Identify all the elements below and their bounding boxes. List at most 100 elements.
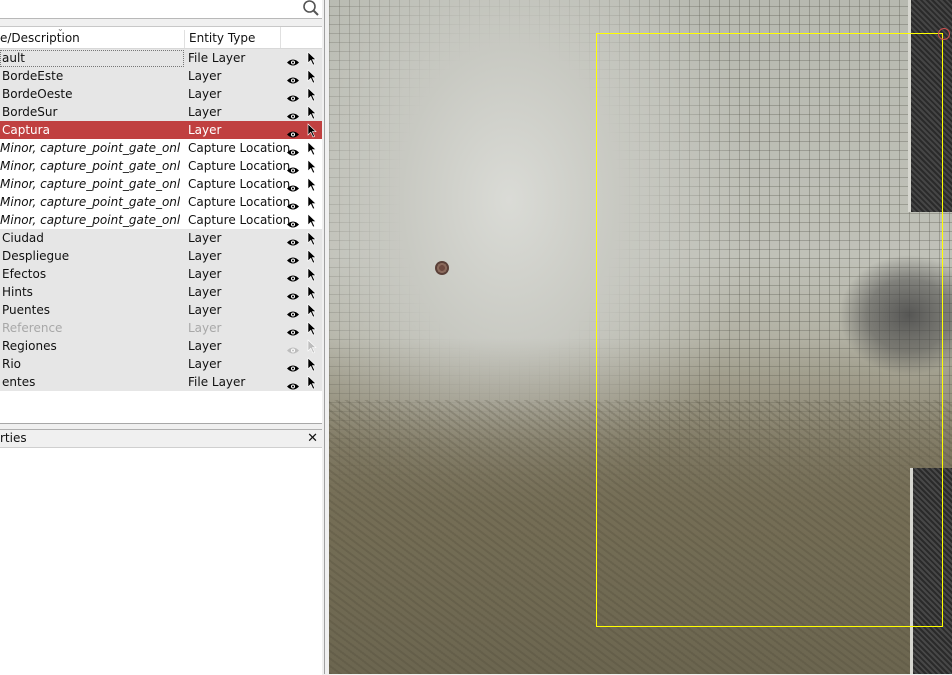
entity-type: Layer xyxy=(188,105,222,119)
entity-type: File Layer xyxy=(188,375,246,389)
visibility-eye-icon[interactable] xyxy=(286,270,300,282)
entity-list-panel: ⌄ e/Description Entity Type ault File Lay… xyxy=(0,0,325,675)
selectable-cursor-icon[interactable] xyxy=(307,159,317,174)
entity-name: ault xyxy=(2,51,25,65)
table-header: ⌄ e/Description Entity Type xyxy=(0,27,322,49)
visibility-eye-icon[interactable] xyxy=(286,216,300,228)
table-row[interactable]: BordeEste Layer xyxy=(0,67,322,85)
entity-type: Layer xyxy=(188,69,222,83)
entity-type: Layer xyxy=(188,303,222,317)
entity-name: entes xyxy=(2,375,36,389)
selectable-cursor-icon[interactable] xyxy=(307,321,317,336)
entity-type: Layer xyxy=(188,357,222,371)
selectable-cursor-icon[interactable] xyxy=(307,375,317,390)
selectable-cursor-icon[interactable] xyxy=(307,141,317,156)
table-row[interactable]: Efectos Layer xyxy=(0,265,322,283)
selectable-cursor-icon[interactable] xyxy=(307,105,317,120)
entity-type: Capture Location xyxy=(188,195,291,209)
table-row[interactable]: Puentes Layer xyxy=(0,301,322,319)
table-row[interactable]: Minor, capture_point_gate_only Capture Lo… xyxy=(0,175,322,193)
visibility-eye-icon[interactable] xyxy=(286,288,300,300)
map-viewport[interactable] xyxy=(329,0,952,674)
column-header-name[interactable]: e/Description xyxy=(0,30,185,48)
entity-name: Reference xyxy=(2,321,63,335)
selection-rectangle[interactable] xyxy=(596,33,943,627)
entity-name: Ciudad xyxy=(2,231,44,245)
table-row[interactable]: Minor, capture_point_gate_only Capture Lo… xyxy=(0,193,322,211)
table-rows: ault File Layer BordeEste Layer BordeOeste La… xyxy=(0,49,322,391)
entity-type: Layer xyxy=(188,231,222,245)
selectable-cursor-icon[interactable] xyxy=(307,357,317,372)
table-row[interactable]: Minor, capture_point_gate_only Capture Lo… xyxy=(0,211,322,229)
entity-type: Capture Location xyxy=(188,177,291,191)
visibility-eye-icon[interactable] xyxy=(286,180,300,192)
entity-name: Minor, capture_point_gate_only xyxy=(0,213,180,227)
corner-marker-icon[interactable] xyxy=(938,28,950,40)
selectable-cursor-icon[interactable] xyxy=(307,123,317,138)
table-row[interactable]: Rio Layer xyxy=(0,355,322,373)
visibility-eye-icon[interactable] xyxy=(286,234,300,246)
table-row[interactable]: entes File Layer xyxy=(0,373,322,391)
entity-name: Minor, capture_point_gate_only xyxy=(0,177,180,191)
visibility-eye-icon[interactable] xyxy=(286,54,300,66)
selectable-cursor-icon[interactable] xyxy=(307,51,317,66)
table-row[interactable]: ault File Layer xyxy=(0,49,322,67)
table-row[interactable]: Captura Layer xyxy=(0,121,322,139)
table-row[interactable]: Reference Layer xyxy=(0,319,322,337)
selectable-cursor-icon[interactable] xyxy=(307,69,317,84)
entity-name: Captura xyxy=(2,123,50,137)
visibility-eye-icon[interactable] xyxy=(286,90,300,102)
search-bar[interactable] xyxy=(0,0,322,19)
entity-name: BordeSur xyxy=(2,105,58,119)
column-divider xyxy=(280,27,281,48)
selectable-cursor-icon[interactable] xyxy=(307,285,317,300)
visibility-eye-icon[interactable] xyxy=(286,306,300,318)
visibility-eye-icon[interactable] xyxy=(286,252,300,264)
entity-name: Regiones xyxy=(2,339,57,353)
selectable-cursor-icon[interactable] xyxy=(307,249,317,264)
entity-name: Rio xyxy=(2,357,22,371)
visibility-eye-icon[interactable] xyxy=(286,126,300,138)
properties-panel: rties ✕ xyxy=(0,429,322,675)
selectable-cursor-icon[interactable] xyxy=(307,177,317,192)
entity-name: Puentes xyxy=(2,303,50,317)
selectable-cursor-icon[interactable] xyxy=(307,231,317,246)
map-marker-icon[interactable] xyxy=(435,261,449,275)
selectable-cursor-icon[interactable] xyxy=(307,303,317,318)
entity-type: Layer xyxy=(188,285,222,299)
visibility-eye-icon[interactable] xyxy=(286,144,300,156)
visibility-eye-icon[interactable] xyxy=(286,198,300,210)
visibility-eye-icon[interactable] xyxy=(286,360,300,372)
properties-title: rties xyxy=(0,431,27,445)
entity-name: Despliegue xyxy=(2,249,70,263)
search-icon[interactable] xyxy=(302,0,320,17)
entity-name: BordeEste xyxy=(2,69,64,83)
visibility-eye-icon[interactable] xyxy=(286,378,300,390)
selectable-cursor-icon[interactable] xyxy=(307,213,317,228)
selectable-cursor-icon[interactable] xyxy=(307,87,317,102)
entity-type: Layer xyxy=(188,249,222,263)
entity-type: Layer xyxy=(188,339,222,353)
table-row[interactable]: BordeSur Layer xyxy=(0,103,322,121)
selectable-cursor-icon[interactable] xyxy=(307,339,317,354)
entity-name: Minor, capture_point_gate_only xyxy=(0,141,180,155)
table-row[interactable]: Ciudad Layer xyxy=(0,229,322,247)
table-row[interactable]: BordeOeste Layer xyxy=(0,85,322,103)
visibility-eye-icon[interactable] xyxy=(286,108,300,120)
entity-type: Capture Location xyxy=(188,141,291,155)
table-row[interactable]: Despliegue Layer xyxy=(0,247,322,265)
table-row[interactable]: Minor, capture_point_gate_only Capture Lo… xyxy=(0,139,322,157)
selectable-cursor-icon[interactable] xyxy=(307,195,317,210)
visibility-eye-icon[interactable] xyxy=(286,72,300,84)
properties-header: rties ✕ xyxy=(0,430,322,448)
column-header-type[interactable]: Entity Type xyxy=(189,30,255,46)
visibility-eye-icon[interactable] xyxy=(286,342,300,354)
entity-type: Layer xyxy=(188,123,222,137)
table-row[interactable]: Regiones Layer xyxy=(0,337,322,355)
close-icon[interactable]: ✕ xyxy=(307,430,318,447)
selectable-cursor-icon[interactable] xyxy=(307,267,317,282)
table-row[interactable]: Minor, capture_point_gate_only Capture Lo… xyxy=(0,157,322,175)
visibility-eye-icon[interactable] xyxy=(286,162,300,174)
visibility-eye-icon[interactable] xyxy=(286,324,300,336)
table-row[interactable]: Hints Layer xyxy=(0,283,322,301)
